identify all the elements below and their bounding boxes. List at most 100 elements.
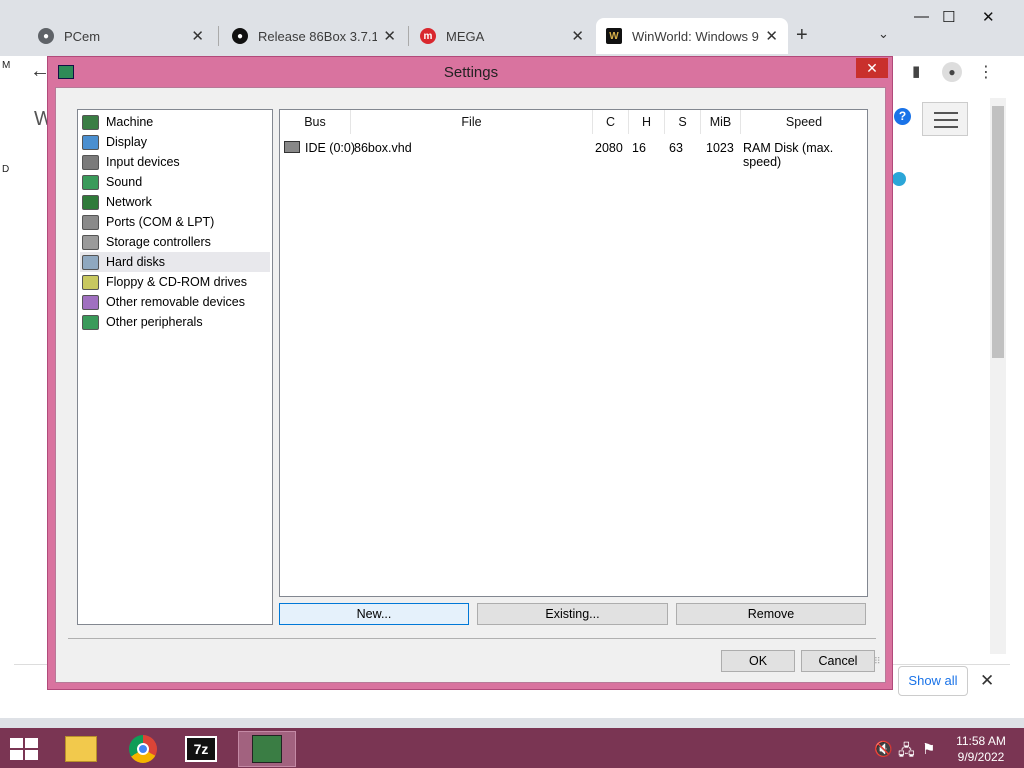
tab-close-icon[interactable]: ✕ — [383, 27, 396, 45]
category-floppy-cdrom[interactable]: Floppy & CD-ROM drives — [80, 272, 270, 292]
taskbar-86box[interactable] — [238, 731, 296, 767]
settings-dialog: Settings ✕ Machine Display Input devices… — [47, 56, 893, 690]
tab-close-icon[interactable]: ✕ — [191, 27, 204, 45]
github-icon: ● — [232, 28, 248, 44]
clock-time: 11:58 AM — [956, 734, 1006, 748]
dialog-client-area: Machine Display Input devices Sound Netw… — [55, 87, 886, 683]
taskbar-chrome[interactable] — [118, 731, 168, 767]
browser-menu-icon[interactable]: ⋮ — [978, 62, 994, 82]
category-display[interactable]: Display — [80, 132, 270, 152]
show-all-downloads-button[interactable]: Show all — [898, 666, 968, 696]
help-icon[interactable]: ? — [894, 108, 911, 125]
tab-close-icon[interactable]: ✕ — [571, 27, 584, 45]
tab-title: PCem — [64, 28, 101, 44]
globe-icon — [892, 172, 906, 186]
category-label: Sound — [106, 175, 143, 189]
cell-sectors: 63 — [669, 141, 683, 155]
dialog-separator — [68, 638, 876, 639]
tab-winworld[interactable]: W WinWorld: Windows 95 ✕ — [596, 18, 788, 54]
tab-close-icon[interactable]: ✕ — [765, 27, 778, 45]
tab-pcem[interactable]: ● PCem ✕ — [28, 18, 214, 54]
machine-icon — [82, 114, 99, 130]
scrollbar-thumb[interactable] — [992, 106, 1004, 358]
globe-icon: ● — [38, 28, 54, 44]
category-ports[interactable]: Ports (COM & LPT) — [80, 212, 270, 232]
category-sound[interactable]: Sound — [80, 172, 270, 192]
category-label: Input devices — [106, 155, 180, 169]
category-input-devices[interactable]: Input devices — [80, 152, 270, 172]
category-machine[interactable]: Machine — [80, 112, 270, 132]
hamburger-menu-button[interactable] — [922, 102, 968, 136]
network-icon[interactable]: 🖧 — [898, 740, 915, 765]
profile-avatar-icon[interactable]: ● — [942, 62, 962, 82]
network-icon — [82, 194, 99, 210]
peripherals-icon — [82, 314, 99, 330]
column-header-speed[interactable]: Speed — [741, 110, 867, 134]
tab-separator — [408, 26, 409, 46]
category-label: Machine — [106, 115, 154, 129]
column-header-mib[interactable]: MiB — [701, 110, 741, 134]
minimize-button[interactable]: — — [914, 8, 929, 25]
tab-86box-release[interactable]: ● Release 86Box 3.7.1 · 86 ✕ — [222, 18, 406, 54]
cell-speed: RAM Disk (max. speed) — [743, 141, 834, 169]
sidebar-toggle-icon[interactable]: ▮ — [912, 62, 920, 80]
clock-date: 9/9/2022 — [957, 750, 1005, 764]
tab-strip: ● PCem ✕ ● Release 86Box 3.7.1 · 86 ✕ m … — [0, 0, 1024, 56]
action-center-flag-icon[interactable]: ⚑ — [922, 740, 935, 758]
column-header-h[interactable]: H — [629, 110, 665, 134]
dialog-title: Settings — [443, 64, 499, 81]
cancel-button[interactable]: Cancel — [801, 650, 875, 672]
tab-search-chevron-icon[interactable]: ⌄ — [878, 26, 889, 42]
ports-icon — [82, 214, 99, 230]
taskbar-file-explorer[interactable] — [56, 731, 106, 767]
category-other-peripherals[interactable]: Other peripherals — [80, 312, 270, 332]
category-label: Display — [106, 135, 147, 149]
dialog-titlebar[interactable]: Settings ✕ — [48, 57, 892, 87]
taskbar-7zip[interactable]: 7z — [176, 731, 226, 767]
category-label: Storage controllers — [106, 235, 211, 249]
tab-mega[interactable]: m MEGA ✕ — [410, 18, 594, 54]
category-label: Other removable devices — [106, 295, 245, 309]
category-storage-controllers[interactable]: Storage controllers — [80, 232, 270, 252]
ok-button[interactable]: OK — [721, 650, 795, 672]
resize-grip-icon[interactable]: ⠿ — [874, 656, 881, 667]
settings-category-list: Machine Display Input devices Sound Netw… — [77, 109, 273, 625]
close-window-button[interactable]: ✕ — [982, 8, 995, 26]
mega-icon: m — [420, 28, 436, 44]
category-network[interactable]: Network — [80, 192, 270, 212]
category-label: Ports (COM & LPT) — [106, 215, 215, 229]
tab-separator — [218, 26, 219, 46]
maximize-button[interactable]: ☐ — [942, 8, 955, 26]
cell-bus: IDE (0:0) — [305, 141, 356, 155]
edge-label: D — [2, 164, 10, 175]
category-hard-disks[interactable]: Hard disks — [80, 252, 270, 272]
category-label: Hard disks — [106, 255, 166, 269]
existing-disk-button[interactable]: Existing... — [477, 603, 668, 625]
column-header-s[interactable]: S — [665, 110, 701, 134]
new-disk-button[interactable]: New... — [279, 603, 469, 625]
remove-disk-button[interactable]: Remove — [676, 603, 866, 625]
hard-disk-list: Bus File C H S MiB Speed IDE (0:0) 86box… — [279, 109, 868, 597]
edge-label: M — [2, 60, 11, 71]
chrome-icon — [129, 735, 157, 763]
column-header-bus[interactable]: Bus — [280, 110, 351, 134]
dialog-close-button[interactable]: ✕ — [856, 58, 888, 78]
cell-mib: 1023 — [706, 141, 734, 155]
winworld-icon: W — [606, 28, 622, 44]
display-icon — [82, 134, 99, 150]
close-download-bar-icon[interactable]: ✕ — [980, 671, 994, 691]
cell-cylinders: 2080 — [595, 141, 623, 155]
system-clock[interactable]: 11:58 AM 9/9/2022 — [950, 733, 1012, 765]
start-button[interactable] — [10, 738, 38, 760]
column-header-file[interactable]: File — [351, 110, 593, 134]
new-tab-button[interactable]: + — [796, 24, 808, 47]
volume-muted-icon[interactable]: 🔇 — [874, 740, 893, 758]
category-other-removable[interactable]: Other removable devices — [80, 292, 270, 312]
category-label: Other peripherals — [106, 315, 203, 329]
table-row[interactable]: IDE (0:0) 86box.vhd 2080 16 63 1023 RAM … — [280, 138, 867, 169]
column-header-c[interactable]: C — [593, 110, 629, 134]
7zip-icon: 7z — [185, 736, 217, 762]
hard-disk-icon — [284, 141, 300, 153]
category-label: Floppy & CD-ROM drives — [106, 275, 247, 289]
removable-devices-icon — [82, 294, 99, 310]
